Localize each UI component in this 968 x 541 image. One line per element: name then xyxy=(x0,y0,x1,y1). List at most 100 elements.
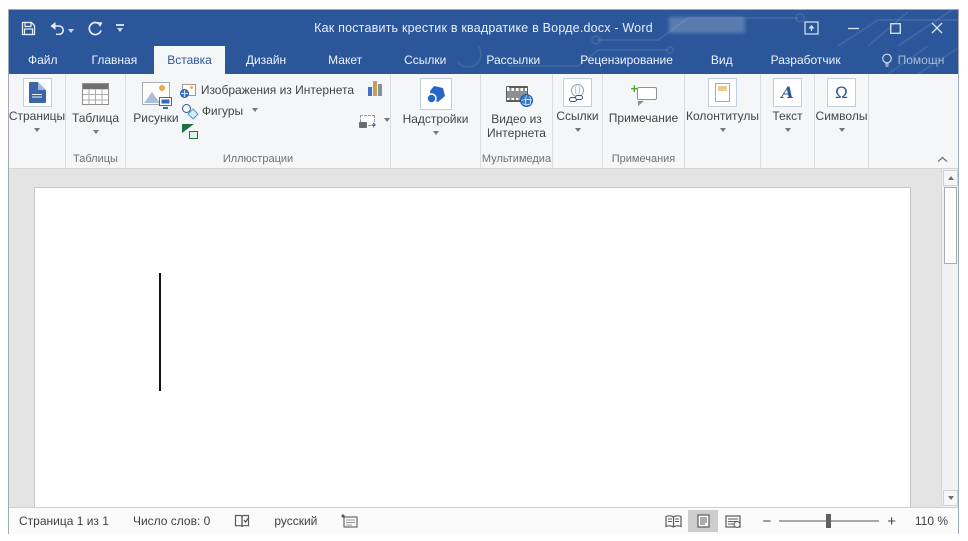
links-label: Ссылки xyxy=(556,109,599,123)
addins-button[interactable]: Надстройки xyxy=(391,78,480,135)
proofing-book-icon xyxy=(235,514,250,527)
online-pictures-button[interactable]: Изображения из Интернета xyxy=(179,79,354,100)
shapes-button[interactable]: Фигуры xyxy=(181,100,354,121)
text-cursor xyxy=(159,273,161,391)
chart-button[interactable] xyxy=(368,81,382,96)
online-pictures-icon xyxy=(179,83,196,98)
minimize-button[interactable] xyxy=(832,10,874,46)
lightbulb-icon xyxy=(881,53,892,67)
screenshot-button[interactable]: + xyxy=(359,110,390,131)
ribbon-group-comments: + Примечание Примечания xyxy=(603,74,685,168)
pages-iconbox xyxy=(22,78,52,107)
header-footer-iconbox xyxy=(708,78,737,107)
proofing-button[interactable] xyxy=(234,514,250,529)
tab-home[interactable]: Главная xyxy=(79,46,151,74)
tab-file[interactable]: Файл xyxy=(15,46,71,74)
omega-icon: Ω xyxy=(835,82,848,102)
ribbon-display-options-button[interactable] xyxy=(790,10,832,46)
word-window: Как поставить крестик в квадратике в Вор… xyxy=(8,9,959,534)
zoom-slider[interactable] xyxy=(779,514,880,528)
text-icon: A xyxy=(781,83,794,102)
tab-insert[interactable]: Вставка xyxy=(154,46,225,74)
tab-helper[interactable]: Помощн xyxy=(868,46,958,74)
document-page[interactable] xyxy=(34,187,911,507)
links-button[interactable]: Ссылки xyxy=(553,78,602,132)
table-caret xyxy=(92,129,99,134)
symbols-iconbox: Ω xyxy=(827,78,856,107)
header-footer-icon xyxy=(715,83,730,102)
view-shortcuts xyxy=(658,510,748,532)
tab-design[interactable]: Дизайн xyxy=(233,46,299,74)
online-pictures-label: Изображения из Интернета xyxy=(200,82,354,97)
online-video-button[interactable]: Видео из Интернета xyxy=(481,78,552,141)
tab-view[interactable]: Вид xyxy=(698,46,746,74)
maximize-icon xyxy=(889,22,901,34)
tab-mailings[interactable]: Рассылки xyxy=(473,46,553,74)
status-left: Страница 1 из 1 Число слов: 0 русский xyxy=(19,514,358,529)
page-indicator[interactable]: Страница 1 из 1 xyxy=(19,514,109,528)
maximize-button[interactable] xyxy=(874,10,916,46)
close-icon xyxy=(931,22,943,34)
minimize-icon xyxy=(847,27,859,29)
text-button[interactable]: A Текст xyxy=(761,78,814,132)
tab-layout[interactable]: Макет xyxy=(315,46,375,74)
language-indicator[interactable]: русский xyxy=(274,514,317,528)
comment-button[interactable]: + Примечание xyxy=(603,78,684,126)
tab-references[interactable]: Ссылки xyxy=(391,46,459,74)
online-video-icon xyxy=(505,86,533,107)
table-button[interactable]: Таблица xyxy=(66,78,125,134)
screenshot-icon: + xyxy=(359,115,376,130)
collapse-ribbon-button[interactable] xyxy=(937,156,948,163)
ribbon-group-header-footer: Колонтитулы xyxy=(685,74,761,168)
read-mode-button[interactable] xyxy=(658,510,688,532)
zoom-out-button[interactable]: − xyxy=(762,514,771,529)
media-group-label: Мультимедиа xyxy=(481,153,552,165)
comment-label: Примечание xyxy=(608,111,679,125)
web-layout-button[interactable] xyxy=(718,510,748,532)
word-count[interactable]: Число слов: 0 xyxy=(133,514,210,528)
ribbon-group-illustrations: Рисунки Изображения из Интернета Фигуры xyxy=(126,74,391,168)
ribbon-group-pages: Страницы xyxy=(9,74,66,168)
tables-group-label: Таблицы xyxy=(73,153,118,165)
scroll-up-button[interactable] xyxy=(943,170,958,186)
chart-icon-bar-gray xyxy=(378,84,382,96)
table-label: Таблица xyxy=(71,111,120,125)
close-button[interactable] xyxy=(916,10,958,46)
scrollbar-thumb[interactable] xyxy=(944,187,957,264)
pages-caret xyxy=(34,127,40,132)
ribbon-group-media: Видео из Интернета Мультимедиа xyxy=(481,74,553,168)
scroll-down-button[interactable] xyxy=(943,490,958,506)
text-label: Текст xyxy=(772,109,803,123)
ribbon-group-addins: Надстройки xyxy=(391,74,481,168)
zoom-level[interactable]: 110 % xyxy=(910,514,948,528)
read-mode-icon xyxy=(665,514,682,528)
smartart-button[interactable] xyxy=(181,121,354,142)
addins-caret xyxy=(432,130,439,135)
screenshot-caret xyxy=(384,118,390,122)
tab-review[interactable]: Рецензирование xyxy=(567,46,686,74)
print-layout-button[interactable] xyxy=(688,510,719,532)
tab-developer[interactable]: Разработчик xyxy=(758,46,854,74)
zoom-control: − + xyxy=(762,514,896,529)
share-person-icon[interactable] xyxy=(957,53,958,68)
symbols-button[interactable]: Ω Символы xyxy=(815,78,868,132)
ribbon-group-symbols: Ω Символы xyxy=(815,74,869,168)
addins-iconbox xyxy=(419,78,452,110)
links-icon xyxy=(568,83,587,102)
comments-group-label: Примечания xyxy=(611,153,676,165)
status-bar: Страница 1 из 1 Число слов: 0 русский − … xyxy=(9,507,958,534)
status-right: − + 110 % xyxy=(658,510,948,532)
title-bar: Как поставить крестик в квадратике в Вор… xyxy=(9,10,958,46)
symbols-label: Символы xyxy=(815,109,868,123)
text-caret xyxy=(784,127,791,132)
account-name-blurred xyxy=(669,17,745,33)
zoom-in-button[interactable]: + xyxy=(887,514,896,529)
vertical-scrollbar[interactable] xyxy=(941,169,958,507)
header-footer-button[interactable]: Колонтитулы xyxy=(685,78,760,132)
links-caret xyxy=(574,127,581,132)
shapes-label: Фигуры xyxy=(201,103,244,118)
keyboard-language-button[interactable] xyxy=(341,514,358,528)
zoom-slider-thumb[interactable] xyxy=(826,514,832,528)
pages-button[interactable]: Страницы xyxy=(9,78,65,132)
header-footer-label: Колонтитулы xyxy=(685,109,760,123)
